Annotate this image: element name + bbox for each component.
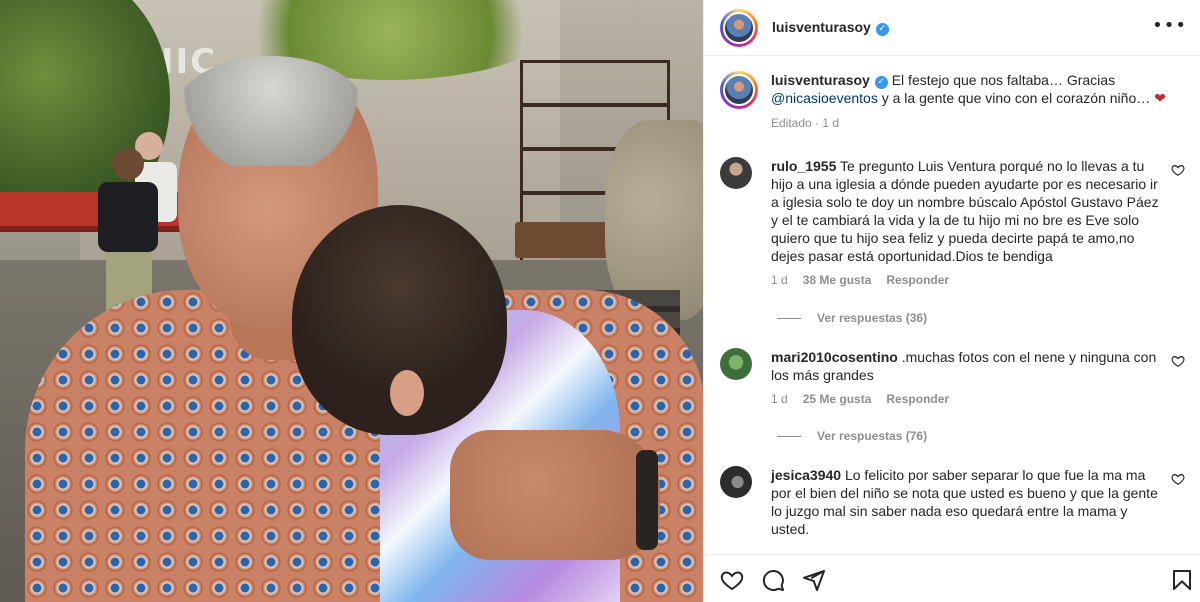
comment-username[interactable]: mari2010cosentino: [771, 349, 898, 365]
comment-item: mari2010cosentino .muchas fotos con el n…: [720, 348, 1185, 406]
comment-likes[interactable]: 25 Me gusta: [803, 392, 872, 406]
comment-time[interactable]: 1 d: [771, 392, 788, 406]
view-replies-button[interactable]: Ver respuestas (76): [777, 429, 927, 443]
post-side-panel: luisventurasoy ✓ ••• luisventurasoy ✓ El f…: [703, 0, 1200, 602]
verified-badge-icon: ✓: [874, 75, 888, 89]
comment-username[interactable]: jesica3940: [771, 467, 841, 483]
like-comment-heart-icon[interactable]: [1171, 354, 1185, 368]
comments-scroll[interactable]: luisventurasoy ✓ El festejo que nos falta…: [704, 57, 1200, 554]
profile-avatar[interactable]: [720, 8, 758, 47]
verified-badge-icon: ✓: [875, 22, 889, 36]
post-caption: luisventurasoy ✓ El festejo que nos falta…: [720, 71, 1185, 130]
comment-time[interactable]: 1 d: [771, 273, 788, 287]
comment-item: jesica3940 Lo felicito por saber separar…: [720, 466, 1185, 538]
bookmark-icon[interactable]: [1170, 568, 1194, 592]
caption-text: El festejo que nos faltaba… Gracias: [891, 72, 1116, 88]
comment-item: rulo_1955 Te pregunto Luis Ventura porqu…: [720, 157, 1185, 287]
comment-username[interactable]: rulo_1955: [771, 158, 836, 174]
bench: [515, 222, 610, 258]
reply-button[interactable]: Responder: [886, 392, 949, 406]
post-photo[interactable]: NIC: [0, 0, 703, 602]
wristwatch: [636, 450, 658, 550]
caption-text-end: y a la gente que vino con el corazón niñ…: [881, 90, 1151, 106]
comment-avatar[interactable]: [720, 157, 752, 189]
heart-icon[interactable]: [720, 568, 744, 592]
share-icon[interactable]: [802, 568, 826, 592]
man-hand: [450, 430, 660, 560]
child-ear: [390, 370, 424, 416]
heart-emoji-icon: ❤: [1154, 91, 1166, 107]
header-username[interactable]: luisventurasoy ✓: [772, 19, 889, 36]
caption-username[interactable]: luisventurasoy: [771, 72, 870, 88]
comment-likes[interactable]: 38 Me gusta: [803, 273, 872, 287]
caption-meta: Editado · 1 d: [771, 116, 840, 130]
comment-avatar[interactable]: [720, 466, 752, 498]
like-comment-heart-icon[interactable]: [1171, 163, 1185, 177]
view-replies-button[interactable]: Ver respuestas (36): [777, 311, 927, 325]
more-options-button[interactable]: •••: [1152, 17, 1187, 35]
caption-avatar[interactable]: [720, 71, 758, 109]
caption-mention-link[interactable]: @nicasioeventos: [771, 90, 878, 106]
reply-button[interactable]: Responder: [886, 273, 949, 287]
post-action-bar: [704, 554, 1200, 602]
comment-avatar[interactable]: [720, 348, 752, 380]
comment-icon[interactable]: [761, 568, 785, 592]
man-hair: [176, 56, 366, 166]
post-header: luisventurasoy ✓ •••: [704, 0, 1200, 56]
like-comment-heart-icon[interactable]: [1171, 472, 1185, 486]
